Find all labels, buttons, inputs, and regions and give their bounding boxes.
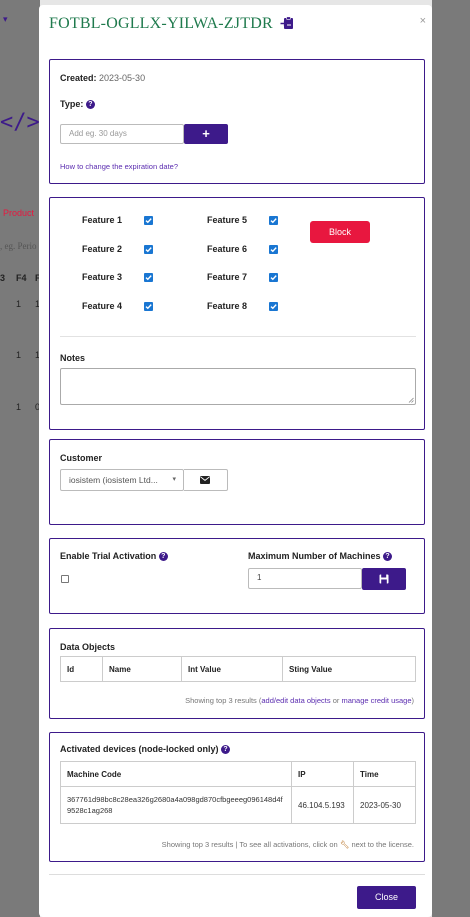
manage-credit-usage-link[interactable]: manage credit usage — [341, 696, 411, 705]
trial-row: Enable Trial Activation ? — [60, 551, 168, 562]
feature-label: Feature 6 — [207, 244, 248, 254]
edit-data-objects-link[interactable]: add/edit data objects — [261, 696, 330, 705]
data-objects-note: Showing top 3 results (add/edit data obj… — [185, 696, 414, 705]
column-header: Int Value — [181, 656, 283, 682]
data-objects-title: Data Objects — [60, 642, 116, 652]
floppy-icon — [379, 574, 389, 584]
feature-8-checkbox[interactable] — [269, 302, 278, 311]
backdrop-left — [0, 0, 40, 917]
note-text: ) — [411, 696, 415, 705]
days-input[interactable]: Add eg. 30 days — [60, 124, 184, 144]
feature-7-checkbox[interactable] — [269, 273, 278, 282]
bg-search-placeholder: , eg. Perio — [0, 241, 37, 251]
trial-card: Enable Trial Activation ? Maximum Number… — [49, 538, 425, 614]
bg-col-b: F4 — [16, 273, 27, 283]
bg-dropdown-caret: ▾ — [3, 14, 8, 24]
note-text: or — [330, 696, 342, 705]
block-button[interactable]: Block — [310, 221, 370, 243]
type-label: Type: — [60, 99, 84, 109]
wrench-icon: 🔧︎ — [339, 840, 350, 849]
license-modal: FOTBL-OGLLX-YILWA-ZJTDR × Created: 2023-… — [39, 5, 432, 917]
modal-title: FOTBL-OGLLX-YILWA-ZJTDR — [49, 15, 294, 33]
email-customer-button[interactable] — [184, 469, 228, 491]
feature-6-checkbox[interactable] — [269, 245, 278, 254]
note-text: next to the license. — [351, 840, 414, 849]
bg-code-icon: </> — [0, 110, 40, 135]
help-icon[interactable]: ? — [158, 552, 168, 562]
machines-label: Maximum Number of Machines — [248, 551, 381, 561]
chevron-down-icon: ▾ — [172, 476, 176, 483]
bg-cell: 1 — [16, 350, 22, 360]
data-objects-card: Data Objects Id Name Int Value Sting Val… — [49, 628, 425, 719]
divider — [60, 336, 416, 337]
type-row: Type: ? — [60, 99, 95, 110]
expiration-help-link[interactable]: How to change the expiration date? — [60, 162, 178, 171]
column-header: IP — [291, 761, 354, 787]
feature-label: Feature 2 — [82, 244, 123, 254]
backdrop-right — [432, 0, 470, 917]
add-days-button[interactable]: + — [184, 124, 228, 144]
expiry-card: Created: 2023-05-30 Type: ? Add eg. 30 d… — [49, 59, 425, 184]
close-icon[interactable]: × — [420, 15, 426, 27]
table-row: 367761d98bc8c28ea326g2680a4a098gd870cfbg… — [60, 786, 416, 824]
feature-label: Feature 1 — [82, 215, 123, 225]
machine-code: 367761d98bc8c28ea326g2680a4a098gd870cfbg… — [60, 786, 292, 824]
feature-5-checkbox[interactable] — [269, 216, 278, 225]
help-icon[interactable]: ? — [221, 745, 231, 755]
features-card: Feature 1 Feature 2 Feature 3 Feature 4 … — [49, 197, 425, 430]
save-machines-button[interactable] — [362, 568, 406, 590]
devices-note: Showing top 3 results | To see all activ… — [162, 840, 414, 849]
feature-4-checkbox[interactable] — [144, 302, 153, 311]
devices-title-row: Activated devices (node-locked only) ? — [60, 744, 231, 755]
trial-checkbox[interactable] — [61, 575, 69, 583]
devices-table: Machine Code IP Time 367761d98bc8c28ea32… — [60, 761, 416, 824]
feature-1-checkbox[interactable] — [144, 216, 153, 225]
license-key: FOTBL-OGLLX-YILWA-ZJTDR — [49, 15, 273, 32]
devices-card: Activated devices (node-locked only) ? M… — [49, 732, 425, 862]
data-objects-table: Id Name Int Value Sting Value — [60, 656, 416, 682]
machines-input[interactable]: 1 — [248, 568, 362, 589]
devices-title: Activated devices (node-locked only) — [60, 744, 219, 754]
customer-label: Customer — [60, 453, 103, 463]
clipboard-arrow-icon[interactable] — [280, 16, 294, 30]
bg-product-label: Product — [3, 208, 35, 218]
created-label: Created: — [60, 73, 97, 83]
note-text: Showing top 3 results ( — [185, 696, 262, 705]
customer-select[interactable]: iosistem (iosistem Ltd... ▾ — [60, 469, 184, 491]
feature-2-checkbox[interactable] — [144, 245, 153, 254]
help-icon[interactable]: ? — [383, 552, 393, 562]
column-header: Name — [102, 656, 182, 682]
notes-textarea[interactable] — [60, 368, 416, 405]
notes-label: Notes — [60, 353, 86, 363]
footer-divider — [49, 874, 425, 875]
trial-label: Enable Trial Activation — [60, 551, 157, 561]
bg-col-a: 3 — [0, 273, 6, 283]
feature-label: Feature 4 — [82, 301, 123, 311]
created-row: Created: 2023-05-30 — [60, 73, 145, 83]
time-cell: 2023-05-30 — [353, 786, 416, 824]
customer-card: Customer iosistem (iosistem Ltd... ▾ — [49, 439, 425, 525]
machines-row: Maximum Number of Machines ? — [248, 551, 393, 562]
customer-selected-value: iosistem (iosistem Ltd... — [69, 475, 158, 485]
feature-label: Feature 5 — [207, 215, 248, 225]
column-header: Sting Value — [282, 656, 416, 682]
envelope-icon — [200, 476, 210, 484]
feature-label: Feature 3 — [82, 272, 123, 282]
feature-3-checkbox[interactable] — [144, 273, 153, 282]
created-value: 2023-05-30 — [99, 73, 146, 83]
column-header: Machine Code — [60, 761, 292, 787]
column-header: Time — [353, 761, 416, 787]
bg-cell: 1 — [16, 402, 22, 412]
feature-label: Feature 7 — [207, 272, 248, 282]
close-button[interactable]: Close — [357, 886, 416, 909]
note-text: Showing top 3 results | To see all activ… — [161, 840, 338, 849]
help-icon[interactable]: ? — [85, 100, 95, 110]
feature-label: Feature 8 — [207, 301, 248, 311]
column-header: Id — [60, 656, 103, 682]
ip-cell: 46.104.5.193 — [291, 786, 354, 824]
bg-cell: 1 — [16, 299, 22, 309]
